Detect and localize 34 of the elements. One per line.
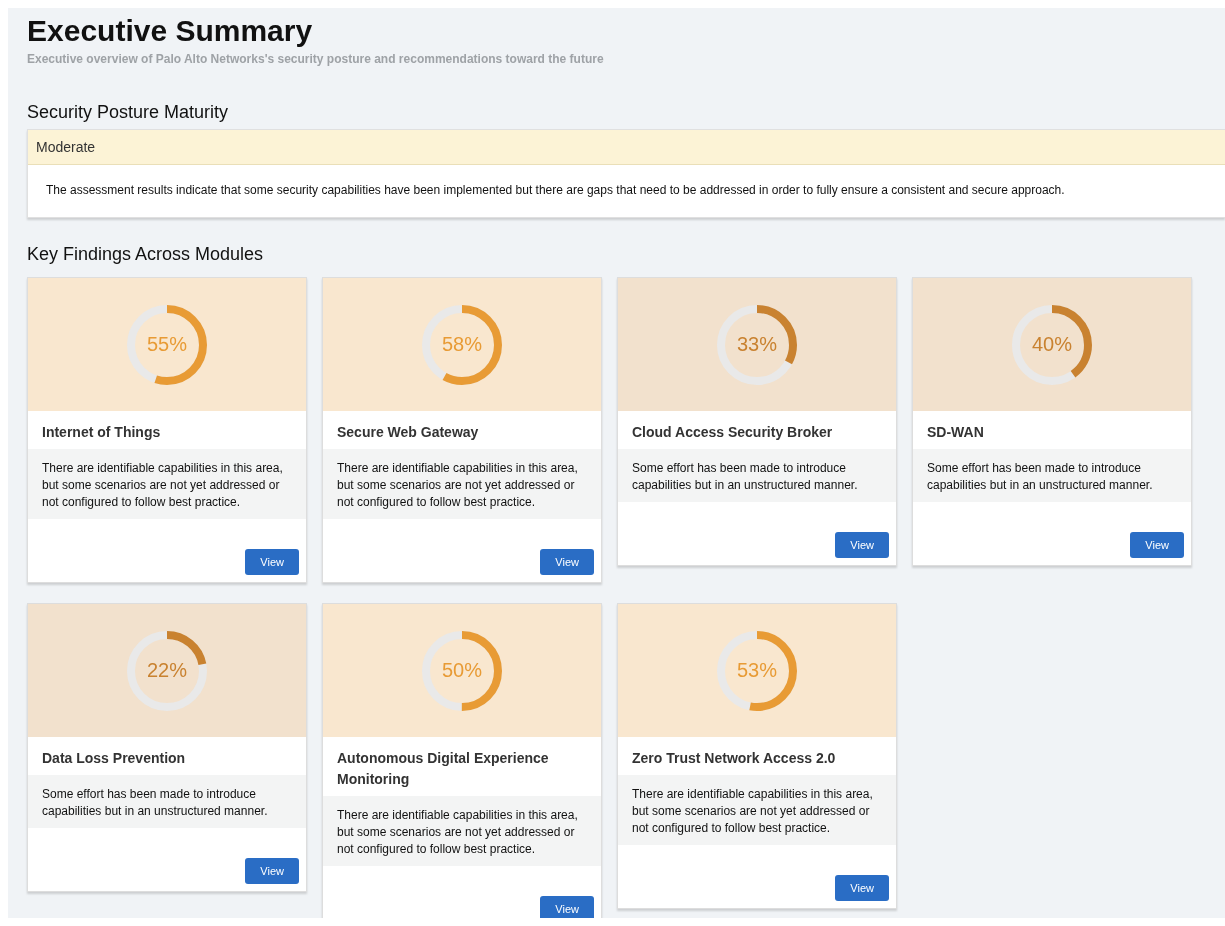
percent-value: 33% [736,332,778,357]
module-description: There are identifiable capabilities in this area, but some scenarios are not yet addressed or not configured to follow best practice. [323,796,601,866]
module-description: Some effort has been made to introduce capabilities but in an unstructured manner. [618,449,896,502]
module-description: Some effort has been made to introduce capabilities but in an unstructured manner. [913,449,1191,502]
module-name: Data Loss Prevention [41,749,187,768]
module-name: Autonomous Digital Experience Monitoring [336,749,550,789]
percent-value: 58% [441,332,483,357]
percent-value: 50% [441,658,483,683]
page-title: Executive Summary [27,14,314,48]
section-heading: Security Posture Maturity [27,102,230,123]
view-button[interactable]: View [1130,532,1184,558]
percent-value: 40% [1031,332,1073,357]
module-description: There are identifiable capabilities in this area, but some scenarios are not yet addressed or not configured to follow best practice. [618,775,896,845]
percent-value: 22% [146,658,188,683]
view-button[interactable]: View [835,532,889,558]
module-name: Internet of Things [41,423,162,442]
maturity-rating: Moderate [28,130,1225,165]
view-button[interactable]: View [540,896,594,918]
module-name: SD-WAN [926,423,985,442]
module-name: Secure Web Gateway [336,423,480,442]
percent-value: 55% [146,332,188,357]
section-heading: Key Findings Across Modules [27,244,265,265]
module-name: Cloud Access Security Broker [631,423,834,442]
page-subtitle: Executive overview of Palo Alto Networks's security posture and recommendations toward the future [27,52,605,66]
module-description: There are identifiable capabilities in this area, but some scenarios are not yet addressed or not configured to follow best practice. [323,449,601,519]
module-name: Zero Trust Network Access 2.0 [631,749,837,768]
module-description: There are identifiable capabilities in this area, but some scenarios are not yet addressed or not configured to follow best practice. [28,449,306,519]
view-button[interactable]: View [540,549,594,575]
posture-description: The assessment results indicate that some security capabilities have been implemented but there are gaps that need to be addressed in order to fully ensure a consistent and secure approach. [45,182,1066,199]
view-button[interactable]: View [245,858,299,884]
view-button[interactable]: View [245,549,299,575]
view-button[interactable]: View [835,875,889,901]
module-description: Some effort has been made to introduce capabilities but in an unstructured manner. [28,775,306,828]
percent-value: 53% [736,658,778,683]
